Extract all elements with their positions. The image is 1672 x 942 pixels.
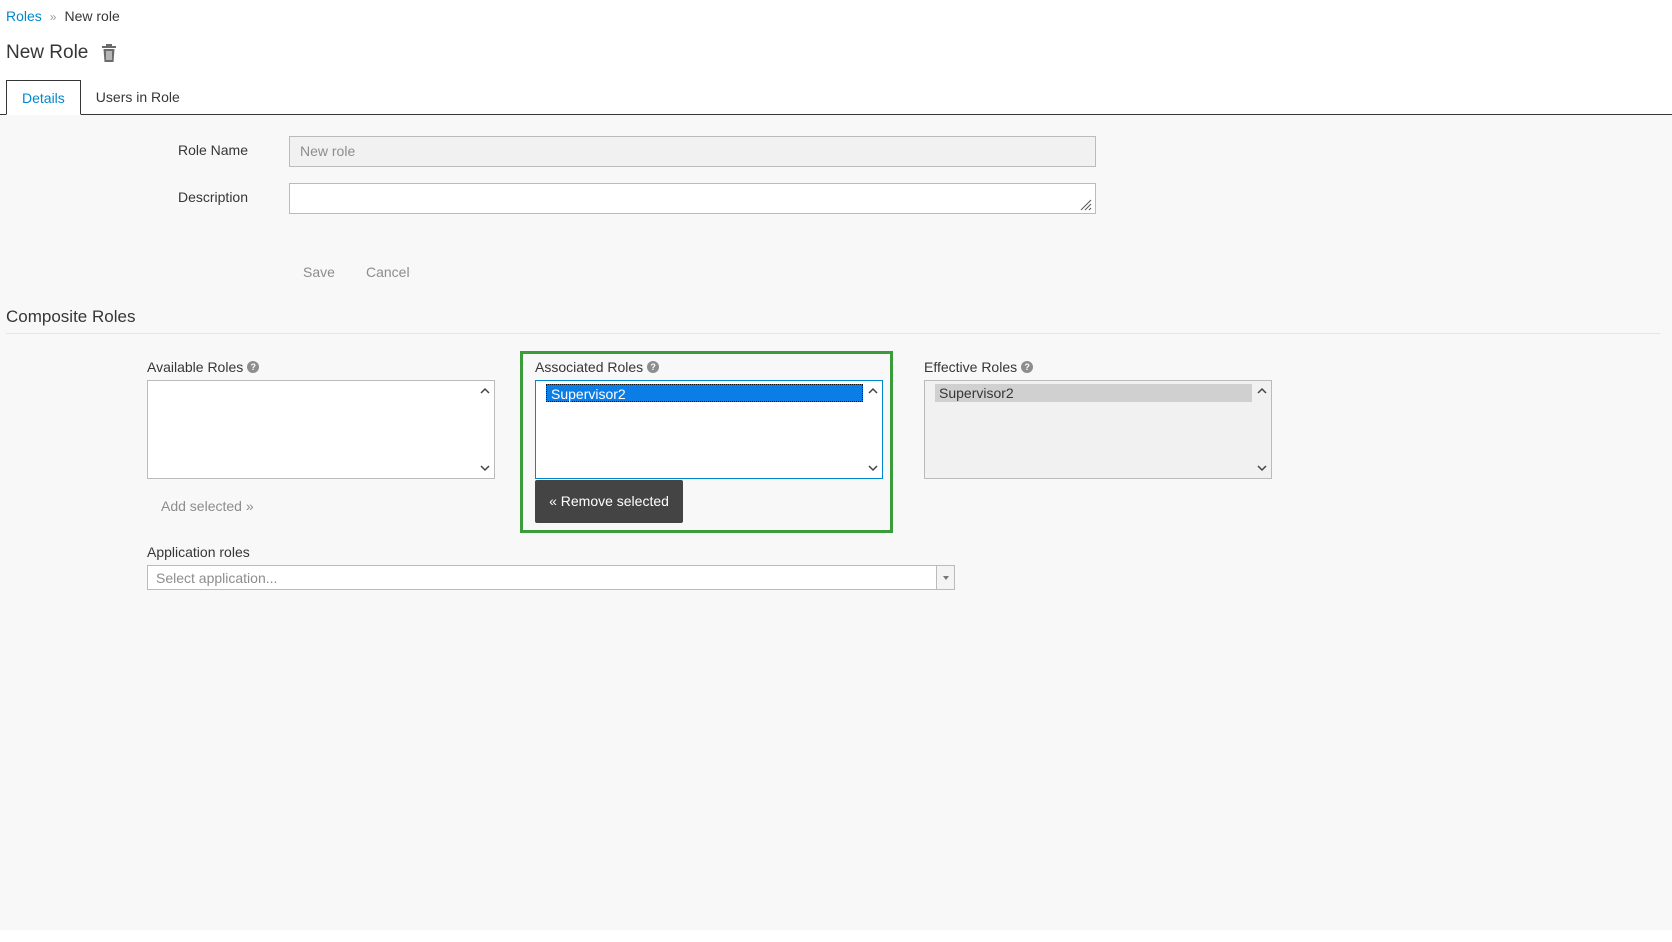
associated-roles-label: Associated Roles ? <box>535 359 660 375</box>
scroll-down-icon[interactable] <box>867 463 879 473</box>
description-textarea[interactable] <box>289 183 1096 214</box>
chevron-down-icon[interactable] <box>936 566 954 589</box>
associated-role-option[interactable]: Supervisor2 <box>546 384 863 402</box>
composite-roles-title: Composite Roles <box>6 307 136 326</box>
scroll-up-icon[interactable] <box>1256 386 1268 396</box>
page-title: New Role <box>6 42 89 63</box>
associated-roles-listbox[interactable]: Supervisor2 <box>535 380 883 479</box>
select-application-placeholder: Select application... <box>156 570 278 586</box>
effective-roles-listbox[interactable]: Supervisor2 <box>924 380 1272 479</box>
cancel-button[interactable]: Cancel <box>353 256 423 288</box>
available-roles-label-text: Available Roles <box>147 359 244 375</box>
breadcrumb-current: New role <box>64 8 120 24</box>
bottom-strip <box>0 930 1672 942</box>
scroll-down-icon[interactable] <box>479 463 491 473</box>
role-name-label: Role Name <box>177 142 248 158</box>
save-button[interactable]: Save <box>290 256 348 288</box>
add-selected-button[interactable]: Add selected » <box>148 490 267 522</box>
section-divider <box>6 333 1660 334</box>
available-roles-scrollbar[interactable] <box>476 381 494 478</box>
breadcrumb: Roles » New role <box>6 8 120 24</box>
scroll-down-icon[interactable] <box>1256 463 1268 473</box>
associated-roles-label-text: Associated Roles <box>535 359 644 375</box>
help-icon[interactable]: ? <box>247 361 260 373</box>
available-roles-listbox[interactable] <box>147 380 495 479</box>
scroll-up-icon[interactable] <box>867 386 879 396</box>
tab-bar: Details Users in Role <box>6 80 195 115</box>
role-name-input[interactable]: New role <box>289 136 1096 167</box>
tab-details[interactable]: Details <box>6 80 81 115</box>
help-icon[interactable]: ? <box>647 361 660 373</box>
resize-handle-icon[interactable] <box>1080 199 1092 211</box>
tab-users-in-role[interactable]: Users in Role <box>81 80 195 115</box>
associated-roles-scrollbar[interactable] <box>864 381 882 478</box>
remove-selected-button[interactable]: « Remove selected <box>535 480 683 523</box>
help-icon[interactable]: ? <box>1021 361 1034 373</box>
scroll-up-icon[interactable] <box>479 386 491 396</box>
effective-roles-label: Effective Roles ? <box>924 359 1034 375</box>
application-roles-label: Application roles <box>147 544 250 560</box>
breadcrumb-roles-link[interactable]: Roles <box>6 8 42 24</box>
header-area: Roles » New role New Role Details Users in… <box>0 0 1672 115</box>
effective-role-option: Supervisor2 <box>935 384 1252 402</box>
select-application-dropdown[interactable]: Select application... <box>147 565 955 590</box>
trash-icon[interactable] <box>101 44 117 62</box>
effective-roles-scrollbar[interactable] <box>1253 381 1271 478</box>
breadcrumb-separator: » <box>49 10 57 24</box>
effective-roles-label-text: Effective Roles <box>924 359 1018 375</box>
available-roles-label: Available Roles ? <box>147 359 260 375</box>
description-label: Description <box>177 189 248 205</box>
